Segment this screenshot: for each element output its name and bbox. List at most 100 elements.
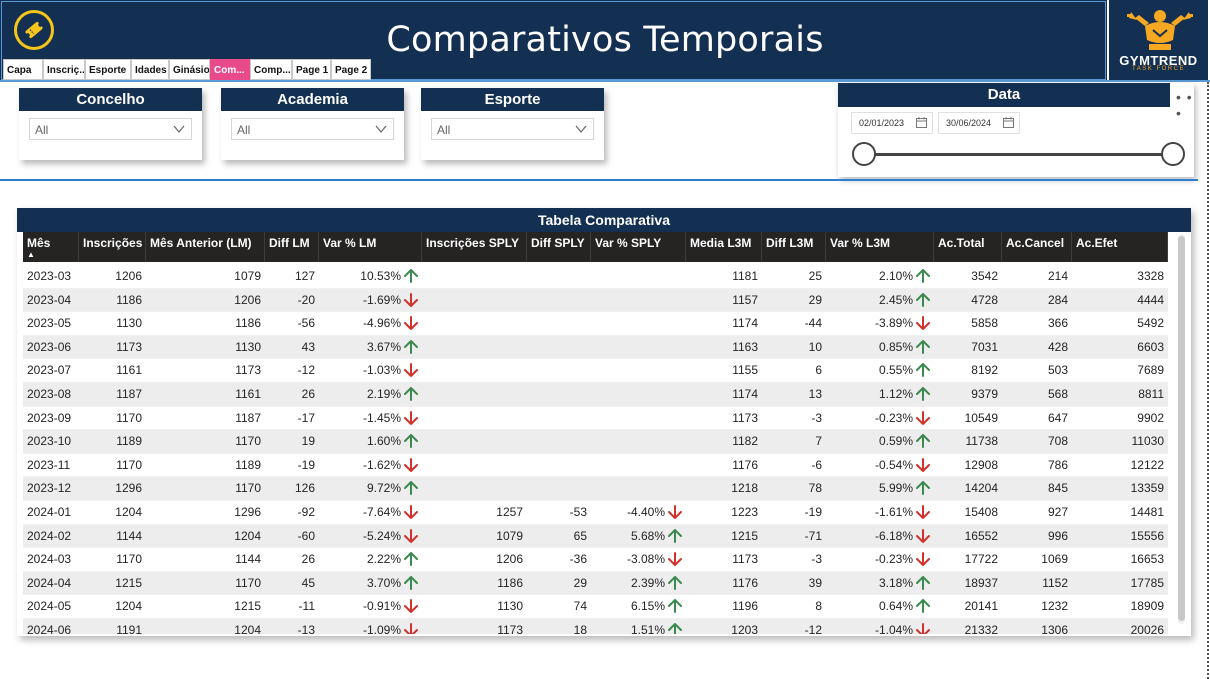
table-cell: 8 (762, 595, 826, 618)
table-row[interactable]: 2024-05 1204 1215 -11 -0.91% 1130 74 6.15% 1196 8… (23, 595, 1168, 619)
cell-value: 2024-03 (27, 552, 72, 567)
cell-value: 1174 (732, 316, 758, 331)
date-range-start-handle[interactable] (852, 142, 876, 166)
table-cell: 25 (762, 265, 826, 288)
column-header[interactable]: Ac.Total (934, 232, 1002, 262)
table-cell: 2023-07 (23, 359, 79, 382)
tab-4[interactable]: Idades (131, 59, 169, 80)
tab-2[interactable]: Inscriç... (43, 59, 85, 80)
column-header[interactable]: Diff SPLY (527, 232, 591, 262)
table-cell: 15408 (934, 501, 1002, 524)
table-row[interactable]: 2023-03 1206 1079 127 10.53% 1181 25 2.10% 3542 2… (23, 265, 1168, 289)
column-header[interactable]: Var % L3M (826, 232, 934, 262)
column-header[interactable]: Media L3M (686, 232, 762, 262)
table-cell: 0.55% (826, 359, 934, 382)
date-end-value: 30/06/2024 (946, 118, 992, 128)
table-row[interactable]: 2024-01 1204 1296 -92 -7.64% 1257 -53 -4.40% 122… (23, 501, 1168, 525)
column-header[interactable]: Ac.Cancel (1002, 232, 1072, 262)
cell-value: 20141 (964, 599, 998, 614)
tab-8[interactable]: Page 1 (292, 59, 331, 80)
cell-value: -19 (804, 504, 822, 519)
column-header[interactable]: Inscrições SPLY (422, 232, 527, 262)
cell-value: 1191 (116, 622, 142, 634)
tab-1[interactable]: Capa (3, 59, 43, 80)
table-scrollbar[interactable] (1178, 234, 1185, 624)
cell-value: 1204 (115, 504, 142, 519)
filter-concelho-dropdown[interactable]: All (29, 118, 192, 140)
tab-3[interactable]: Esporte (85, 59, 131, 80)
tab-7[interactable]: Comp... (250, 59, 292, 80)
table-cell: -3.08% (591, 548, 686, 571)
tab-9[interactable]: Page 2 (331, 59, 371, 80)
scrollbar-thumb[interactable] (1178, 236, 1185, 621)
table-row[interactable]: 2023-11 1170 1189 -19 -1.62% 1176 -6 -0.54% 1290… (23, 454, 1168, 478)
table-cell: 2023-06 (23, 336, 79, 359)
date-range-end-handle[interactable] (1161, 142, 1185, 166)
filter-academia-dropdown[interactable]: All (231, 118, 394, 140)
table-row[interactable]: 2023-04 1186 1206 -20 -1.69% 1157 29 2.45% 4728 2… (23, 288, 1168, 313)
table-row[interactable]: 2023-10 1189 1170 19 1.60% 1182 7 0.59% 11738 708… (23, 430, 1168, 454)
cell-value: 7 (815, 434, 822, 449)
ticket-logo-icon[interactable] (14, 10, 54, 50)
filter-esporte-dropdown[interactable]: All (431, 118, 594, 140)
column-header[interactable]: Diff LM (265, 232, 319, 262)
cell-value: 1130 (497, 599, 523, 614)
date-range-track[interactable] (864, 153, 1174, 156)
table-cell: 29 (527, 572, 591, 595)
column-header[interactable]: Var % SPLY (591, 232, 686, 262)
page-tabs: CapaInscriç...EsporteIdadesGinásiosCom..… (3, 59, 371, 80)
cell-value: 1181 (732, 269, 758, 283)
column-header[interactable]: Mês Anterior (LM) (146, 232, 265, 262)
arrow-up-icon (404, 269, 418, 283)
cell-value: 568 (1047, 386, 1068, 401)
date-start-input[interactable]: 02/01/2023 (851, 112, 933, 134)
table-cell: 2024-06 (23, 619, 79, 634)
table-cell: 1203 (686, 619, 762, 634)
cell-value: -1.09% (362, 622, 401, 634)
arrow-up-icon (404, 575, 418, 590)
table-cell: 2.19% (319, 383, 422, 406)
table-cell (422, 289, 527, 312)
cell-value: 9379 (971, 386, 998, 401)
column-header[interactable]: Mês ▲ (23, 232, 79, 262)
table-row[interactable]: 2023-06 1173 1130 43 3.67% 1163 10 0.85% 7031 428… (23, 335, 1168, 360)
cell-value: 6 (815, 363, 822, 378)
cell-value: -13 (297, 622, 315, 634)
table-row[interactable]: 2024-04 1215 1170 45 3.70% 1186 29 2.39% 1176 39 3… (23, 571, 1168, 596)
cell-value: 1174 (732, 386, 758, 401)
table-cell: 10 (762, 336, 826, 359)
cell-value: 16653 (1130, 552, 1164, 567)
table-row[interactable]: 2023-07 1161 1173 -12 -1.03% 1155 6 0.55% 8192 50… (23, 359, 1168, 383)
table-cell: -7.64% (319, 501, 422, 524)
sort-ascending-icon[interactable]: ▲ (27, 251, 74, 259)
table-cell (527, 359, 591, 382)
cell-value: 3542 (971, 269, 998, 283)
cell-value: 2.45% (878, 292, 913, 307)
column-header[interactable]: Ac.Efet (1072, 232, 1168, 262)
table-cell: 1170 (79, 548, 146, 571)
table-cell: 2023-04 (23, 289, 79, 312)
column-header[interactable]: Diff L3M (762, 232, 826, 262)
tab-6[interactable]: Com... (210, 59, 250, 80)
table-cell: 1204 (146, 619, 265, 634)
table-cell: 9902 (1072, 407, 1168, 430)
table-row[interactable]: 2023-05 1130 1186 -56 -4.96% 1174 -44 -3.89% 585… (23, 312, 1168, 336)
table-row[interactable]: 2023-08 1187 1161 26 2.19% 1174 13 1.12% 9379 568… (23, 382, 1168, 407)
table-cell: -3 (762, 548, 826, 571)
tab-5[interactable]: Ginásios (169, 59, 210, 80)
table-cell: -53 (527, 501, 591, 524)
column-header[interactable]: Var % LM (319, 232, 422, 262)
table-row[interactable]: 2024-02 1144 1204 -60 -5.24% 1079 65 5.68% 1215 -… (23, 524, 1168, 549)
cell-value: 13 (808, 386, 822, 401)
date-end-input[interactable]: 30/06/2024 (938, 112, 1020, 134)
table-row[interactable]: 2024-03 1170 1144 26 2.22% 1206 -36 -3.08% 1173 -… (23, 548, 1168, 572)
table-cell: -1.62% (319, 454, 422, 477)
cell-value: 845 (1047, 481, 1068, 496)
table-row[interactable]: 2023-12 1296 1170 126 9.72% 1218 78 5.99% 14204 8… (23, 477, 1168, 501)
more-options-icon[interactable]: • • • (1176, 89, 1194, 121)
table-cell: -1.45% (319, 407, 422, 430)
table-row[interactable]: 2024-06 1191 1204 -13 -1.09% 1173 18 1.51% 1203 -… (23, 618, 1168, 634)
column-header[interactable]: Inscrições (79, 232, 146, 262)
table-cell: 1152 (1002, 572, 1072, 595)
table-row[interactable]: 2023-09 1170 1187 -17 -1.45% 1173 -3 -0.23% 1054… (23, 407, 1168, 431)
